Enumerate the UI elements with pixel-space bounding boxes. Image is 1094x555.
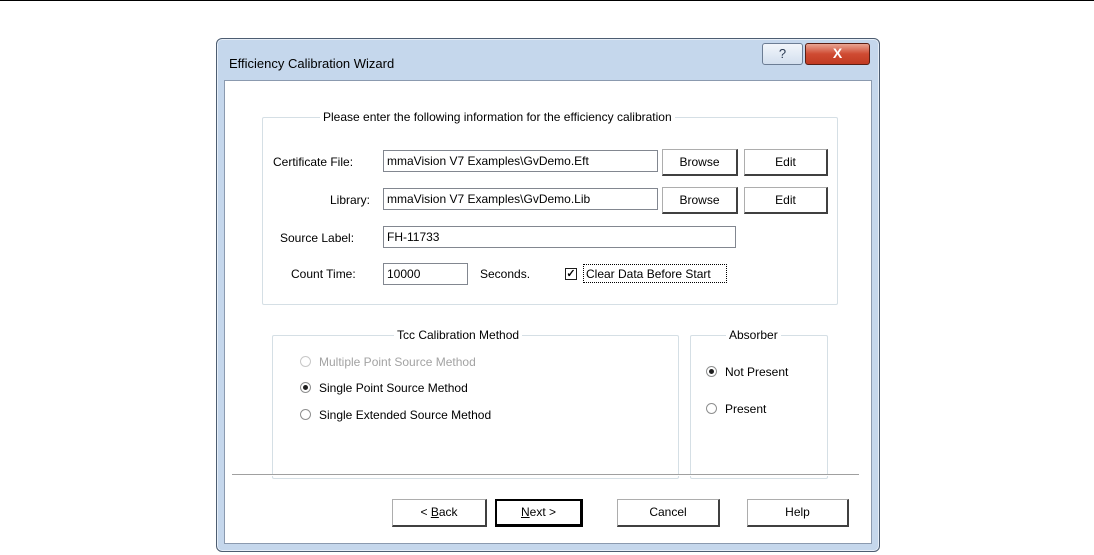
single-point-source-label[interactable]: Single Point Source Method [319,381,468,395]
single-extended-source-label[interactable]: Single Extended Source Method [319,408,491,422]
efficiency-calibration-dialog: Efficiency Calibration Wizard ? X Please… [216,38,880,552]
question-mark-icon: ? [778,46,787,61]
tcc-group-legend: Tcc Calibration Method [394,328,523,342]
close-icon: X [832,45,843,61]
clear-data-label[interactable]: Clear Data Before Start [586,267,711,281]
library-input[interactable]: mmaVision V7 Examples\GvDemo.Lib [383,188,658,210]
single-point-source-radio[interactable] [300,382,311,393]
multiple-point-source-label: Multiple Point Source Method [319,355,476,369]
dialog-client-area: Please enter the following information f… [224,80,872,544]
absorber-group-legend: Absorber [726,328,781,342]
title-bar[interactable]: Efficiency Calibration Wizard ? X [217,39,879,77]
help-caption-button[interactable]: ? [762,43,803,65]
count-time-input[interactable]: 10000 [383,263,468,285]
certificate-browse-button[interactable]: Browse [662,149,738,176]
back-mnemonic: B [430,505,439,519]
certificate-edit-button[interactable]: Edit [744,149,828,176]
source-label-label: Source Label: [280,231,355,245]
back-button[interactable]: < Back [392,499,487,527]
library-edit-button[interactable]: Edit [744,187,828,214]
next-rest: ext > [529,505,557,519]
back-prefix: < [420,505,431,519]
next-button[interactable]: Next > [495,499,583,527]
count-time-label: Count Time: [291,267,356,281]
multiple-point-source-radio[interactable] [300,356,311,367]
close-button[interactable]: X [805,43,870,65]
source-label-input[interactable]: FH-11733 [383,226,736,248]
not-present-radio[interactable] [706,366,717,377]
clear-data-checkbox[interactable]: ✓ [565,268,577,280]
not-present-label[interactable]: Not Present [725,365,788,379]
certificate-file-label: Certificate File: [273,155,354,169]
library-browse-button[interactable]: Browse [662,187,738,214]
present-radio[interactable] [706,403,717,414]
next-mnemonic: N [520,505,530,519]
top-separator-line [0,0,1094,1]
certificate-file-input[interactable]: mmaVision V7 Examples\GvDemo.Eft [383,150,658,172]
back-rest: ack [438,505,458,519]
library-label: Library: [330,193,371,207]
single-extended-source-radio[interactable] [300,409,311,420]
present-label[interactable]: Present [725,402,766,416]
cancel-button[interactable]: Cancel [617,499,720,527]
info-group-legend: Please enter the following information f… [320,110,675,124]
footer-divider-highlight [232,475,859,476]
help-button[interactable]: Help [747,499,849,527]
dialog-title: Efficiency Calibration Wizard [229,56,395,71]
checkmark-icon: ✓ [566,268,576,280]
seconds-label: Seconds. [480,267,531,281]
